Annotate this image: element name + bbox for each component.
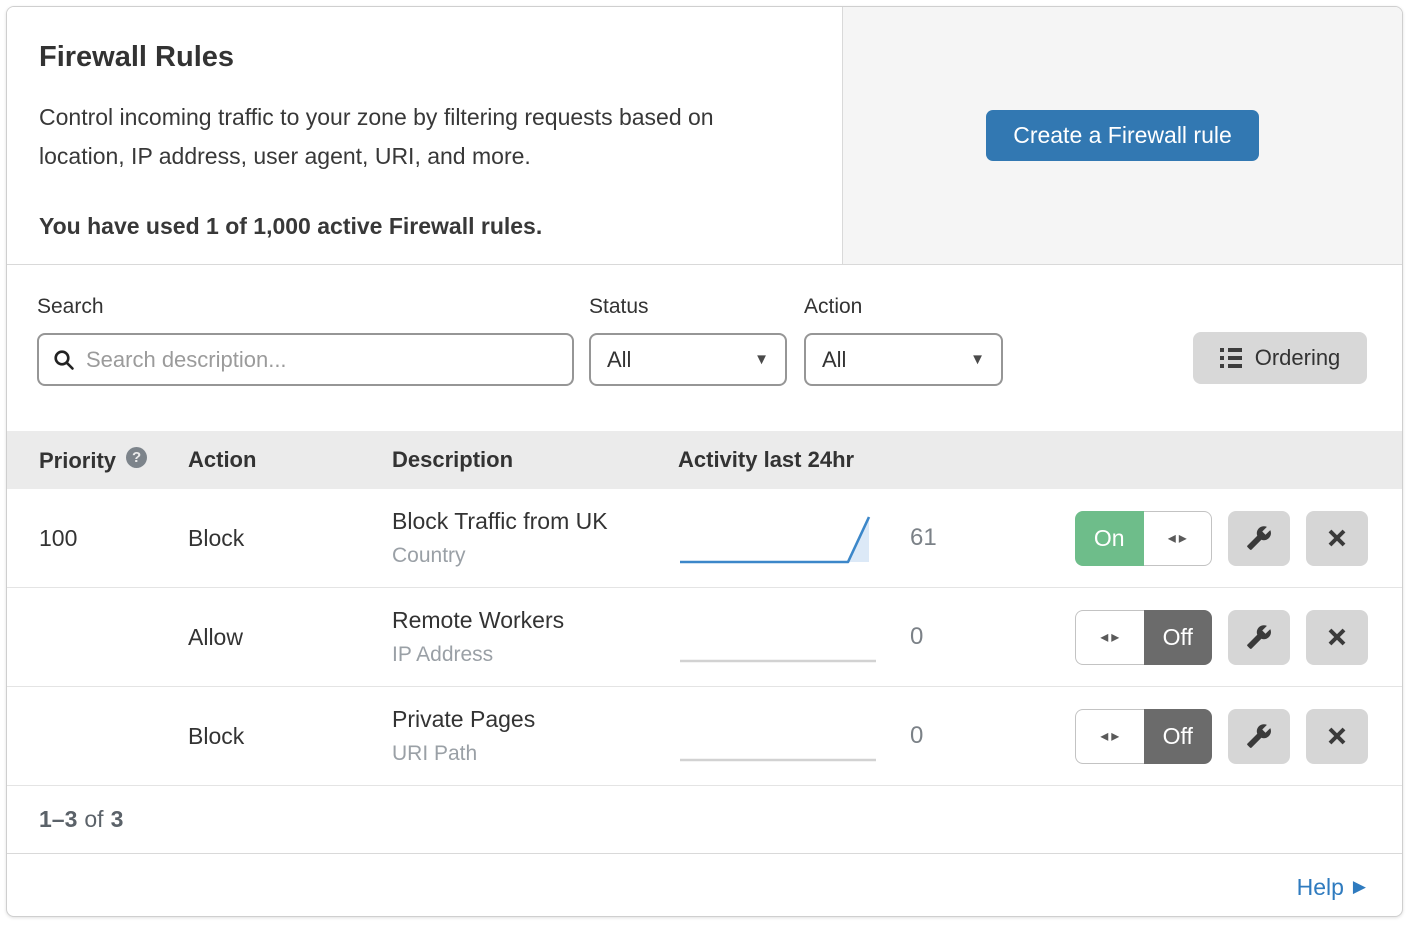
chevron-right-icon: ▶: [1353, 877, 1366, 897]
page-header-text: Firewall Rules Control incoming traffic …: [7, 7, 843, 264]
column-header-priority: Priority?: [7, 447, 188, 474]
action-select[interactable]: All ▼: [804, 333, 1003, 386]
ordered-list-icon: [1220, 348, 1242, 368]
table-header: Priority? Action Description Activity la…: [7, 431, 1402, 489]
pagination: 1–3 of 3: [7, 786, 1402, 854]
pagination-range: 1–3: [39, 806, 77, 833]
rule-enabled-toggle[interactable]: On ◂▸: [1075, 511, 1212, 566]
search-icon: [53, 349, 75, 371]
create-firewall-rule-button[interactable]: Create a Firewall rule: [986, 110, 1259, 161]
delete-rule-button[interactable]: [1306, 709, 1368, 764]
description-cell: Block Traffic from UK Country: [392, 508, 678, 568]
chevron-down-icon: ▼: [754, 351, 769, 368]
activity-sparkline: [678, 708, 878, 765]
column-header-description: Description: [392, 447, 678, 473]
edit-rule-button[interactable]: [1228, 709, 1290, 764]
activity-sparkline: [678, 609, 878, 666]
toggle-state-label: Off: [1144, 610, 1213, 665]
description-cell: Private Pages URI Path: [392, 706, 678, 766]
edit-rule-button[interactable]: [1228, 511, 1290, 566]
rule-type-label: Country: [392, 544, 678, 568]
status-select[interactable]: All ▼: [589, 333, 787, 386]
toggle-drag-handle[interactable]: ◂▸: [1075, 709, 1144, 764]
help-link[interactable]: Help ▶: [1297, 874, 1366, 901]
header-right-panel: Create a Firewall rule: [843, 7, 1402, 264]
action-cell: Allow: [188, 624, 392, 651]
page-description: Control incoming traffic to your zone by…: [39, 98, 802, 176]
pagination-total: 3: [111, 806, 124, 833]
filter-bar: Search Status All ▼ Action All ▼: [7, 265, 1402, 431]
activity-count: 61: [910, 524, 950, 552]
delete-rule-button[interactable]: [1306, 511, 1368, 566]
close-icon: [1325, 526, 1349, 550]
wrench-icon: [1246, 525, 1272, 551]
ordering-button-label: Ordering: [1255, 345, 1341, 371]
close-icon: [1325, 724, 1349, 748]
toggle-drag-handle[interactable]: ◂▸: [1075, 610, 1144, 665]
description-cell: Remote Workers IP Address: [392, 607, 678, 667]
status-field: Status All ▼: [589, 295, 787, 386]
page-header: Firewall Rules Control incoming traffic …: [7, 7, 1402, 265]
rule-enabled-toggle[interactable]: ◂▸ Off: [1075, 610, 1212, 665]
ordering-button[interactable]: Ordering: [1193, 332, 1367, 384]
help-badge-icon[interactable]: ?: [126, 447, 147, 468]
rule-type-label: IP Address: [392, 643, 678, 667]
wrench-icon: [1246, 723, 1272, 749]
action-field: Action All ▼: [804, 295, 1003, 386]
description-title: Private Pages: [392, 706, 678, 733]
priority-cell: 100: [7, 525, 188, 552]
row-controls: ◂▸ Off: [1075, 610, 1402, 665]
table-row: 100 Block Block Traffic from UK Country …: [7, 489, 1402, 588]
row-controls: On ◂▸: [1075, 511, 1402, 566]
edit-rule-button[interactable]: [1228, 610, 1290, 665]
activity-sparkline: [678, 510, 878, 567]
drag-arrows-icon: ◂▸: [1097, 627, 1122, 647]
description-title: Remote Workers: [392, 607, 678, 634]
chevron-down-icon: ▼: [970, 351, 985, 368]
search-input[interactable]: [86, 347, 558, 373]
activity-count: 0: [910, 623, 950, 651]
table-row: Block Private Pages URI Path 0 ◂▸ Off: [7, 687, 1402, 786]
status-label: Status: [589, 295, 787, 319]
column-header-activity: Activity last 24hr: [678, 447, 854, 473]
usage-note: You have used 1 of 1,000 active Firewall…: [39, 213, 802, 240]
toggle-drag-handle[interactable]: ◂▸: [1144, 511, 1213, 566]
wrench-icon: [1246, 624, 1272, 650]
rule-type-label: URI Path: [392, 742, 678, 766]
action-cell: Block: [188, 525, 392, 552]
toggle-state-label: On: [1075, 511, 1144, 566]
firewall-rules-card: Firewall Rules Control incoming traffic …: [6, 6, 1403, 917]
description-title: Block Traffic from UK: [392, 508, 678, 535]
activity-cell: 61: [678, 510, 950, 567]
activity-cell: 0: [678, 609, 950, 666]
help-link-label: Help: [1297, 874, 1344, 901]
close-icon: [1325, 625, 1349, 649]
delete-rule-button[interactable]: [1306, 610, 1368, 665]
table-row: Allow Remote Workers IP Address 0 ◂▸ Off: [7, 588, 1402, 687]
help-row: Help ▶: [7, 854, 1402, 917]
page-title: Firewall Rules: [39, 41, 802, 74]
action-label: Action: [804, 295, 1003, 319]
action-cell: Block: [188, 723, 392, 750]
status-selected-value: All: [607, 347, 631, 373]
drag-arrows-icon: ◂▸: [1165, 528, 1190, 548]
activity-count: 0: [910, 722, 950, 750]
drag-arrows-icon: ◂▸: [1097, 726, 1122, 746]
search-field: Search: [37, 295, 574, 386]
action-selected-value: All: [822, 347, 846, 373]
toggle-state-label: Off: [1144, 709, 1213, 764]
column-header-action: Action: [188, 447, 392, 473]
search-box[interactable]: [37, 333, 574, 386]
activity-cell: 0: [678, 708, 950, 765]
pagination-of-label: of: [84, 806, 103, 833]
row-controls: ◂▸ Off: [1075, 709, 1402, 764]
search-label: Search: [37, 295, 574, 319]
rule-enabled-toggle[interactable]: ◂▸ Off: [1075, 709, 1212, 764]
